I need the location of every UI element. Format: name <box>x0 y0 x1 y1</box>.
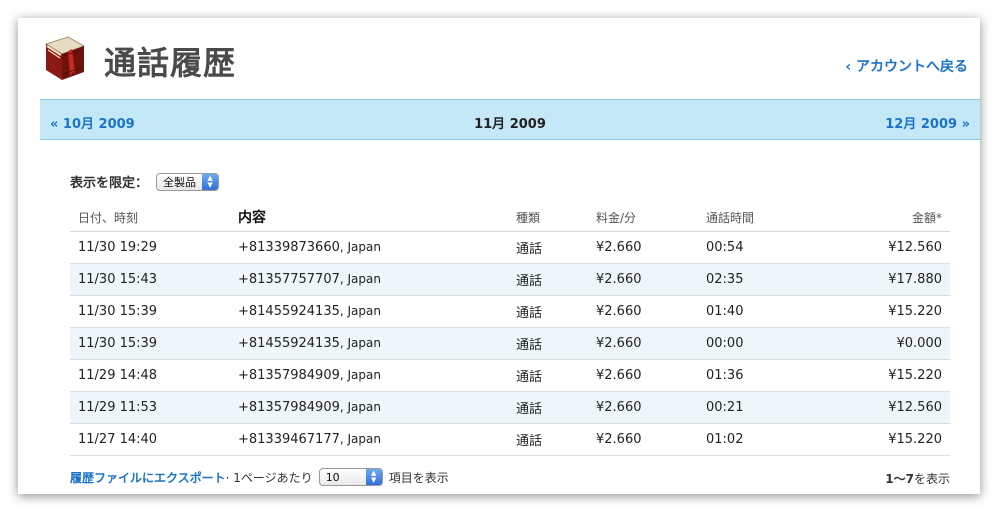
product-filter-select[interactable]: 全製品 ▲ ▼ <box>156 172 220 191</box>
next-month-link[interactable]: 12月 2009 » <box>885 113 970 132</box>
cell-description: +81357984909, Japan <box>238 391 516 424</box>
country: , Japan <box>339 431 381 446</box>
country: , Japan <box>339 367 381 382</box>
cell-duration: 00:21 <box>706 391 846 424</box>
cell-datetime: 11/30 15:43 <box>70 263 238 296</box>
cell-type: 通話 <box>516 327 596 360</box>
per-page-value: 10 <box>325 470 340 484</box>
phone-number: +81357984909 <box>238 399 340 415</box>
cell-amount: ¥12.560 <box>846 231 950 264</box>
country: , Japan <box>339 303 381 318</box>
phone-number: +81339467177 <box>238 431 340 447</box>
table-row: 11/29 11:53 +81357984909, Japan 通話 ¥2.66… <box>70 391 950 424</box>
call-history-window: 通話履歴 ‹ アカウントへ戻る « 10月 2009 11月 2009 12月 … <box>18 18 980 494</box>
cell-amount: ¥15.220 <box>846 295 950 328</box>
table-row: 11/30 15:39 +81455924135, Japan 通話 ¥2.66… <box>70 327 950 360</box>
cell-rate: ¥2.660 <box>596 295 706 328</box>
cell-type: 通話 <box>516 263 596 296</box>
column-header-datetime: 日付、時刻 <box>70 204 238 232</box>
cell-rate: ¥2.660 <box>596 231 706 264</box>
cell-rate: ¥2.660 <box>596 359 706 392</box>
country: , Japan <box>339 239 381 254</box>
cell-description: +81339873660, Japan <box>238 231 516 264</box>
phone-number: +81357984909 <box>238 367 340 383</box>
column-header-type: 種類 <box>516 204 596 232</box>
footer-controls: 履歴ファイルにエクスポート · 1ページあたり 10 ▲ ▼ 項目を表示 <box>70 468 449 486</box>
cell-amount: ¥0.000 <box>846 327 950 360</box>
table-header-row: 日付、時刻 内容 種類 料金/分 通話時間 金額* <box>70 204 950 232</box>
cell-datetime: 11/30 19:29 <box>70 231 238 264</box>
select-arrows-icon: ▲ ▼ <box>365 469 382 485</box>
select-arrows-icon: ▲ ▼ <box>202 173 219 190</box>
cell-description: +81455924135, Japan <box>238 327 516 360</box>
country: , Japan <box>339 271 381 286</box>
cell-rate: ¥2.660 <box>596 263 706 296</box>
cell-amount: ¥12.560 <box>846 391 950 424</box>
month-navigation-bar: « 10月 2009 11月 2009 12月 2009 » <box>40 99 980 140</box>
cell-datetime: 11/29 11:53 <box>70 391 238 424</box>
result-range-value: 1〜7 <box>885 472 914 486</box>
result-range: 1〜7を表示 <box>885 470 950 487</box>
cell-duration: 00:00 <box>706 327 846 360</box>
cell-amount: ¥17.880 <box>846 263 950 296</box>
phone-number: +81339873660 <box>238 239 340 255</box>
page-title: 通話履歴 <box>104 44 237 82</box>
column-header-description: 内容 <box>238 204 516 232</box>
cell-datetime: 11/29 14:48 <box>70 359 238 392</box>
column-header-duration: 通話時間 <box>706 204 846 232</box>
country: , Japan <box>339 399 381 414</box>
table-row: 11/30 15:39 +81455924135, Japan 通話 ¥2.66… <box>70 295 950 328</box>
cell-rate: ¥2.660 <box>596 327 706 360</box>
cell-description: +81357757707, Japan <box>238 263 516 296</box>
cell-type: 通話 <box>516 231 596 264</box>
cell-datetime: 11/30 15:39 <box>70 327 238 360</box>
country: , Japan <box>339 335 381 350</box>
table-row: 11/27 14:40 +81339467177, Japan 通話 ¥2.66… <box>70 423 950 456</box>
per-page-prefix: · 1ページあたり <box>225 470 313 485</box>
phone-number: +81357757707 <box>238 271 340 287</box>
cell-datetime: 11/30 15:39 <box>70 295 238 328</box>
filter-label: 表示を限定： <box>70 176 149 191</box>
table-row: 11/30 15:43 +81357757707, Japan 通話 ¥2.66… <box>70 263 950 296</box>
column-header-amount: 金額* <box>846 204 950 232</box>
cell-rate: ¥2.660 <box>596 423 706 456</box>
product-filter-value: 全製品 <box>163 175 197 189</box>
table-row: 11/30 19:29 +81339873660, Japan 通話 ¥2.66… <box>70 231 950 264</box>
page-header: 通話履歴 ‹ アカウントへ戻る <box>18 18 980 99</box>
cell-datetime: 11/27 14:40 <box>70 423 238 456</box>
cell-duration: 01:36 <box>706 359 846 392</box>
cell-description: +81339467177, Japan <box>238 423 516 456</box>
cell-type: 通話 <box>516 359 596 392</box>
cell-type: 通話 <box>516 391 596 424</box>
column-header-rate: 料金/分 <box>596 204 706 232</box>
call-history-table: 日付、時刻 内容 種類 料金/分 通話時間 金額* 11/30 19:29 +8… <box>70 204 950 456</box>
cell-description: +81357984909, Japan <box>238 359 516 392</box>
cell-description: +81455924135, Japan <box>238 295 516 328</box>
cell-rate: ¥2.660 <box>596 391 706 424</box>
result-range-suffix: を表示 <box>913 472 950 486</box>
cell-amount: ¥15.220 <box>846 359 950 392</box>
cell-duration: 02:35 <box>706 263 846 296</box>
phone-number: +81455924135 <box>238 303 340 319</box>
cell-duration: 01:02 <box>706 423 846 456</box>
phone-number: +81455924135 <box>238 335 340 351</box>
per-page-select[interactable]: 10 ▲ ▼ <box>318 468 383 486</box>
cell-type: 通話 <box>516 295 596 328</box>
cell-duration: 00:54 <box>706 231 846 264</box>
per-page-suffix: 項目を表示 <box>388 470 449 485</box>
cell-duration: 01:40 <box>706 295 846 328</box>
cell-amount: ¥15.220 <box>846 423 950 456</box>
product-filter: 表示を限定： 全製品 ▲ ▼ <box>70 172 220 191</box>
export-history-link[interactable]: 履歴ファイルにエクスポート <box>70 469 226 486</box>
red-book-icon <box>45 36 85 80</box>
current-month-label: 11月 2009 <box>474 117 546 132</box>
table-row: 11/29 14:48 +81357984909, Japan 通話 ¥2.66… <box>70 359 950 392</box>
back-to-account-link[interactable]: ‹ アカウントへ戻る <box>845 56 968 76</box>
cell-type: 通話 <box>516 423 596 456</box>
